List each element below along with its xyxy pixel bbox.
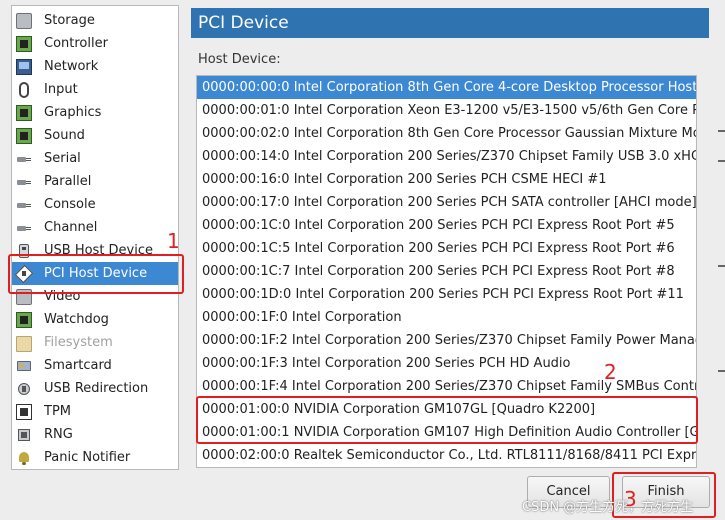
sidebar-item-label: USB Redirection xyxy=(44,381,149,396)
list-item[interactable]: 0000:00:1D:0 Intel Corporation 200 Serie… xyxy=(197,283,696,306)
device-type-list: Storage Controller Network Input Graphic… xyxy=(11,5,179,470)
graphics-icon xyxy=(16,104,32,121)
channel-plug-icon xyxy=(16,220,32,236)
sidebar-item-label: TPM xyxy=(44,404,71,419)
list-item[interactable]: 0000:00:1F:4 Intel Corporation 200 Serie… xyxy=(197,375,696,398)
sidebar-item-storage[interactable]: Storage xyxy=(12,9,178,32)
network-icon xyxy=(16,58,32,75)
sidebar-item-label: Controller xyxy=(44,36,108,51)
sidebar-item-channel[interactable]: Channel xyxy=(12,216,178,239)
sidebar-item-label: Smartcard xyxy=(44,358,112,373)
sidebar-item-label: Network xyxy=(44,59,99,74)
sound-icon xyxy=(16,127,32,144)
bell-icon xyxy=(16,450,32,466)
annotation-number-2: 2 xyxy=(604,360,617,384)
sidebar-item-controller[interactable]: Controller xyxy=(12,32,178,55)
sidebar-item-label: Serial xyxy=(44,151,81,166)
list-item[interactable]: 0000:00:1C:0 Intel Corporation 200 Serie… xyxy=(197,214,696,237)
edge-mark xyxy=(718,130,725,132)
annotation-box-1 xyxy=(8,254,184,294)
sidebar-item-label: Channel xyxy=(44,220,98,235)
list-item[interactable]: 0000:00:17:0 Intel Corporation 200 Serie… xyxy=(197,191,696,214)
watermark: CSDN @方生方死，方死方生 xyxy=(522,500,694,515)
smartcard-icon xyxy=(16,358,32,374)
watchdog-icon xyxy=(16,311,32,328)
mouse-icon xyxy=(19,81,29,98)
tpm-icon xyxy=(16,403,32,420)
sidebar-item-graphics[interactable]: Graphics xyxy=(12,101,178,124)
list-item[interactable]: 0000:00:1C:5 Intel Corporation 200 Serie… xyxy=(197,237,696,260)
serial-plug-icon xyxy=(16,151,32,167)
annotation-box-2 xyxy=(196,396,698,444)
list-item[interactable]: 0000:00:01:0 Intel Corporation Xeon E3-1… xyxy=(197,99,696,122)
list-item[interactable]: 0000:00:02:0 Intel Corporation 8th Gen C… xyxy=(197,122,696,145)
usb-redirection-icon xyxy=(16,381,32,397)
list-item[interactable]: 0000:00:16:0 Intel Corporation 200 Serie… xyxy=(197,168,696,191)
sidebar-item-serial[interactable]: Serial xyxy=(12,147,178,170)
sidebar-item-network[interactable]: Network xyxy=(12,55,178,78)
parallel-plug-icon xyxy=(16,174,32,190)
sidebar-item-label: Input xyxy=(44,82,78,97)
sidebar-item-label: Panic Notifier xyxy=(44,450,131,465)
list-item[interactable]: 0000:02:00:0 Realtek Semiconductor Co., … xyxy=(197,444,696,467)
background-window-edge xyxy=(713,0,725,520)
sidebar-item-usb-redirection[interactable]: USB Redirection xyxy=(12,377,178,400)
edge-mark xyxy=(718,160,725,162)
sidebar-item-label: Parallel xyxy=(44,174,92,189)
list-item[interactable]: 0000:00:1F:0 Intel Corporation xyxy=(197,306,696,329)
sidebar-item-console[interactable]: Console xyxy=(12,193,178,216)
sidebar-item-parallel[interactable]: Parallel xyxy=(12,170,178,193)
storage-icon xyxy=(16,12,32,29)
list-item[interactable]: 0000:00:1F:3 Intel Corporation 200 Serie… xyxy=(197,352,696,375)
sidebar-item-smartcard[interactable]: Smartcard xyxy=(12,354,178,377)
sidebar-item-input[interactable]: Input xyxy=(12,78,178,101)
sidebar-item-label: Filesystem xyxy=(44,335,113,350)
sidebar-item-label: Graphics xyxy=(44,105,102,120)
sidebar-item-filesystem[interactable]: Filesystem xyxy=(12,331,178,354)
host-device-label: Host Device: xyxy=(198,52,281,67)
sidebar-item-sound[interactable]: Sound xyxy=(12,124,178,147)
list-item[interactable]: 0000:00:1F:2 Intel Corporation 200 Serie… xyxy=(197,329,696,352)
rng-icon xyxy=(16,427,32,443)
sidebar-item-tpm[interactable]: TPM xyxy=(12,400,178,423)
list-item[interactable]: 0000:00:00:0 Intel Corporation 8th Gen C… xyxy=(197,76,696,99)
sidebar-item-label: Sound xyxy=(44,128,85,143)
sidebar-item-watchdog[interactable]: Watchdog xyxy=(12,308,178,331)
sidebar-item-label: Watchdog xyxy=(44,312,109,327)
folder-icon xyxy=(16,335,32,352)
controller-icon xyxy=(16,35,32,52)
list-item[interactable]: 0000:00:1C:7 Intel Corporation 200 Serie… xyxy=(197,260,696,283)
edge-mark xyxy=(718,370,725,372)
sidebar-item-label: Storage xyxy=(44,13,95,28)
list-item[interactable]: 0000:00:14:0 Intel Corporation 200 Serie… xyxy=(197,145,696,168)
edge-mark xyxy=(718,265,725,267)
sidebar-item-rng[interactable]: RNG xyxy=(12,423,178,446)
annotation-number-1: 1 xyxy=(167,229,180,253)
sidebar-item-label: Console xyxy=(44,197,96,212)
sidebar-item-panic-notifier[interactable]: Panic Notifier xyxy=(12,446,178,469)
sidebar-item-label: RNG xyxy=(44,427,73,442)
console-plug-icon xyxy=(16,197,32,213)
page-title: PCI Device xyxy=(191,8,709,38)
